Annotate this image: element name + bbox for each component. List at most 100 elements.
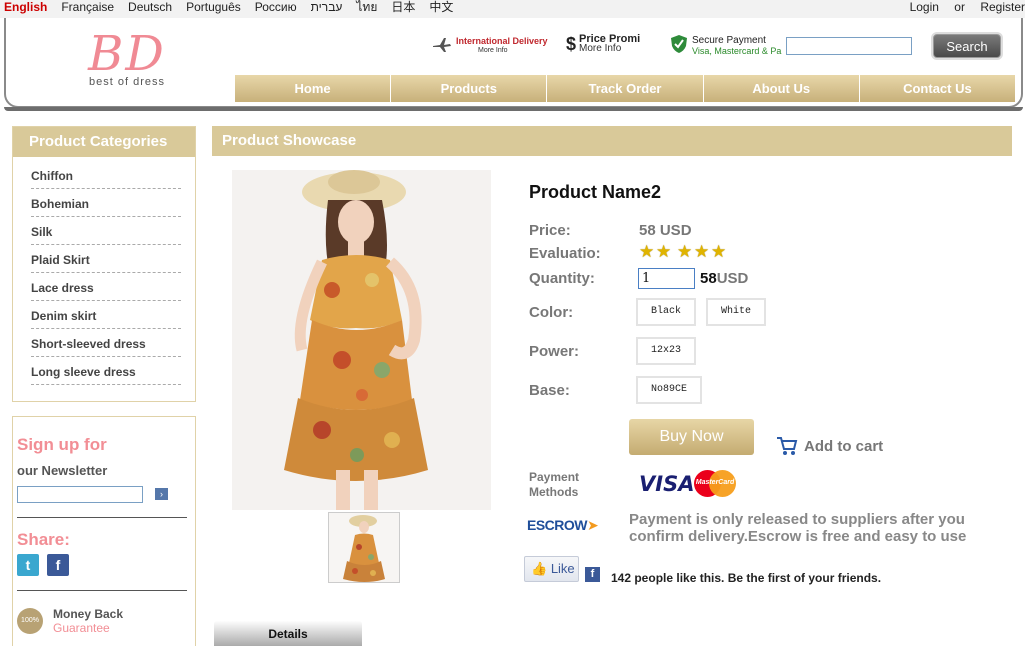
price-sub: More Info (579, 43, 622, 54)
total-unit: USD (716, 270, 749, 287)
lang-portuguese[interactable]: Português (186, 0, 241, 14)
price-label: Price: (529, 222, 571, 239)
language-bar: English Française Deutsch Português Росс… (0, 0, 1025, 18)
facebook-like-button[interactable]: 👍 Like (524, 556, 579, 582)
power-label: Power: (529, 343, 580, 360)
twitter-icon[interactable]: t (17, 554, 39, 576)
star-icon: ★ (711, 242, 727, 261)
secure-sub: Visa, Mastercard & Pa (692, 45, 782, 56)
newsletter-panel: Sign up for our Newsletter › Share: t f … (12, 416, 196, 646)
intl-sub: More Info (478, 47, 508, 54)
category-bohemian[interactable]: Bohemian (31, 189, 181, 217)
star-icon: ★ (694, 242, 710, 261)
nav-about-us[interactable]: About Us (703, 75, 860, 102)
lang-russian[interactable]: Россию (255, 0, 297, 14)
divider (17, 590, 187, 591)
escrow-logo: ESCROW➤ (527, 517, 599, 534)
or-text: or (954, 0, 965, 14)
international-delivery-badge[interactable]: International Delivery More Info (432, 36, 548, 56)
search-input[interactable] (786, 37, 912, 55)
search-button[interactable]: Search (933, 34, 1001, 58)
mastercard-logo: MasterCard (694, 470, 736, 497)
social-buttons: t f (17, 554, 191, 576)
power-option[interactable]: 12x23 (636, 337, 696, 365)
lang-german[interactable]: Deutsch (128, 0, 172, 14)
lang-chinese[interactable]: 中文 (429, 0, 453, 14)
category-list: Chiffon Bohemian Silk Plaid Skirt Lace d… (13, 157, 195, 385)
category-chiffon[interactable]: Chiffon (31, 161, 181, 189)
logo-letters: BD (88, 26, 166, 82)
money-back-guarantee: 100% Money Back Guarantee (17, 607, 191, 635)
nav-home[interactable]: Home (235, 75, 392, 102)
airplane-icon (432, 37, 452, 55)
facebook-icon[interactable]: f (47, 554, 69, 576)
categories-title: Product Categories (13, 127, 195, 157)
color-label: Color: (529, 304, 574, 321)
dress-model-illustration (232, 170, 491, 510)
shield-icon (670, 34, 688, 57)
showcase-title: Product Showcase (212, 126, 1012, 156)
lang-english[interactable]: English (4, 0, 47, 14)
visa-logo: VISA (639, 472, 695, 496)
add-to-cart-link[interactable]: Add to cart (776, 436, 883, 456)
buy-now-button[interactable]: Buy Now (629, 419, 754, 455)
nav-contact-us[interactable]: Contact Us (859, 75, 1016, 102)
dress-thumbnail-illustration (329, 513, 399, 582)
category-lace-dress[interactable]: Lace dress (31, 273, 181, 301)
nav-track-order[interactable]: Track Order (547, 75, 704, 102)
category-denim-skirt[interactable]: Denim skirt (31, 301, 181, 329)
language-list: English Française Deutsch Português Росс… (4, 0, 453, 14)
quantity-input[interactable]: 1 (638, 268, 695, 289)
star-icon: ★ (656, 242, 672, 261)
category-long-sleeve-dress[interactable]: Long sleeve dress (31, 357, 181, 385)
price-promise-badge[interactable]: $ Price Promi More Info (566, 34, 640, 54)
category-silk[interactable]: Silk (31, 217, 181, 245)
secure-title: Secure Payment (692, 34, 766, 46)
guarantee-badge-icon: 100% (17, 608, 43, 634)
rating-stars: ★ ★ ★ ★ ★ (639, 243, 728, 260)
newsletter-subtitle: our Newsletter (17, 463, 108, 478)
total-number: 58 (700, 270, 717, 287)
color-option-black[interactable]: Black (636, 298, 696, 326)
tab-details[interactable]: Details (214, 621, 362, 646)
dollar-icon: $ (566, 34, 577, 54)
login-link[interactable]: Login (910, 0, 939, 14)
like-label: Like (550, 561, 575, 576)
lang-japanese[interactable]: 日本 (391, 0, 415, 14)
money-back-title: Money Back (53, 607, 124, 621)
color-option-white[interactable]: White (706, 298, 766, 326)
secure-payment-badge[interactable]: Secure Payment Visa, Mastercard & Pa (670, 34, 781, 57)
nav-products[interactable]: Products (391, 75, 548, 102)
facebook-icon: f (585, 567, 600, 582)
product-main-image[interactable] (232, 170, 491, 510)
escrow-arrow-icon: ➤ (587, 517, 599, 533)
lang-hebrew[interactable]: עברית (311, 0, 343, 14)
evaluation-label: Evaluatio: (529, 245, 601, 262)
site-logo[interactable]: BD best of dress (72, 30, 182, 88)
price-value: 58 USD (639, 222, 692, 239)
payment-methods-label: Payment Methods (529, 470, 580, 499)
star-icon: ★ (677, 242, 693, 261)
share-title: Share: (17, 530, 70, 549)
product-thumbnail[interactable] (328, 512, 400, 583)
newsletter-submit-arrow-icon[interactable]: › (155, 488, 168, 500)
category-plaid-skirt[interactable]: Plaid Skirt (31, 245, 181, 273)
category-short-sleeved-dress[interactable]: Short-sleeved dress (31, 329, 181, 357)
site-header: BD best of dress International Delivery … (4, 18, 1023, 111)
register-link[interactable]: Register (980, 0, 1025, 14)
newsletter-email-input[interactable] (17, 486, 143, 503)
money-back-sub: Guarantee (53, 621, 110, 635)
lang-french[interactable]: Française (61, 0, 114, 14)
thumbs-up-icon: 👍 (531, 561, 548, 576)
newsletter-title: Sign up for (17, 435, 107, 454)
auth-links: Login or Register (898, 0, 1025, 14)
base-label: Base: (529, 382, 570, 399)
divider (17, 517, 187, 518)
lang-thai[interactable]: ไทย (356, 0, 377, 14)
main-nav: Home Products Track Order About Us Conta… (235, 75, 1016, 102)
product-categories-panel: Product Categories Chiffon Bohemian Silk… (12, 126, 196, 402)
cart-icon (777, 437, 798, 455)
product-name: Product Name2 (529, 182, 662, 202)
mastercard-text: MasterCard (695, 479, 735, 486)
base-option[interactable]: No89CE (636, 376, 702, 404)
